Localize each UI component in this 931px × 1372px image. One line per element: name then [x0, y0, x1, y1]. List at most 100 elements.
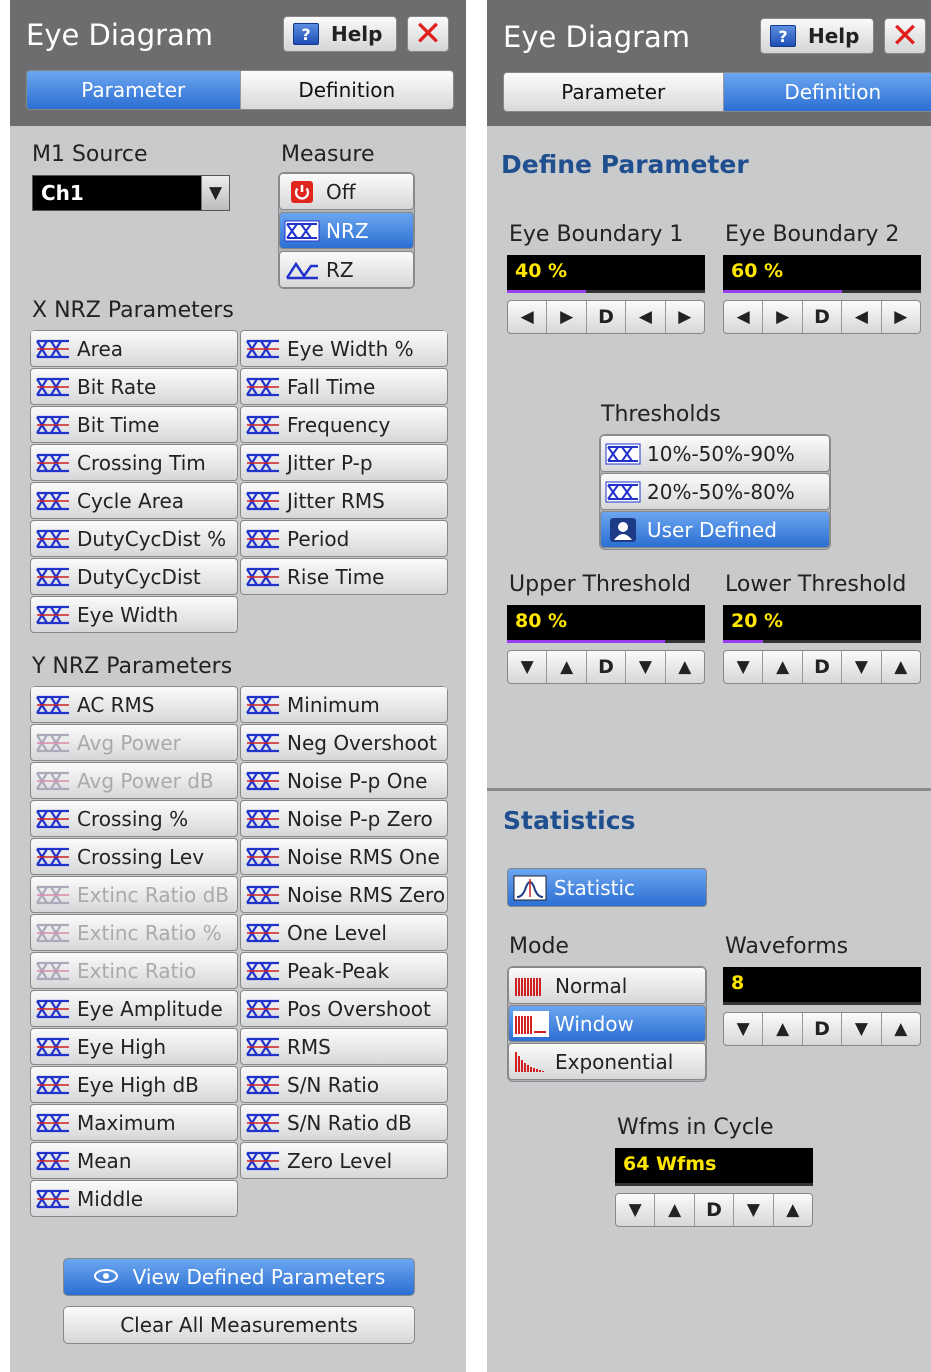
fast-up-icon[interactable]: ▲: [774, 1194, 812, 1226]
fast-left-icon[interactable]: ◀: [842, 301, 882, 333]
param-crossing-button[interactable]: Crossing %: [30, 800, 238, 837]
step-down-icon[interactable]: ▼: [724, 651, 764, 683]
param-crossing-lev-button[interactable]: Crossing Lev: [30, 838, 238, 875]
mode-normal-button[interactable]: Normal: [508, 967, 706, 1004]
param-ac-rms-button[interactable]: AC RMS: [30, 686, 238, 723]
param-cycle-area-button[interactable]: Cycle Area: [30, 482, 238, 519]
lower-threshold-value[interactable]: 20 %: [723, 605, 921, 643]
param-noise-p-p-zero-button[interactable]: Noise P-p Zero: [240, 800, 448, 837]
eye-boundary-1-value[interactable]: 40 %: [507, 255, 705, 293]
fast-down-icon[interactable]: ▼: [842, 651, 882, 683]
param-extinc-ratio-db-button[interactable]: Extinc Ratio dB: [30, 876, 238, 913]
help-button[interactable]: ? Help: [760, 18, 874, 54]
fast-left-icon[interactable]: ◀: [626, 301, 666, 333]
param-one-level-button[interactable]: One Level: [240, 914, 448, 951]
param-extinc-ratio-button[interactable]: Extinc Ratio %: [30, 914, 238, 951]
step-down-icon[interactable]: ▼: [724, 1013, 764, 1045]
wfms-in-cycle-value[interactable]: 64 Wfms: [615, 1148, 813, 1186]
param-zero-level-button[interactable]: Zero Level: [240, 1142, 448, 1179]
default-button[interactable]: D: [587, 651, 627, 683]
param-avg-power-button[interactable]: Avg Power: [30, 724, 238, 761]
fast-up-icon[interactable]: ▲: [882, 651, 920, 683]
param-noise-rms-one-button[interactable]: Noise RMS One: [240, 838, 448, 875]
default-button[interactable]: D: [587, 301, 627, 333]
param-rise-time-button[interactable]: Rise Time: [240, 558, 448, 595]
param-frequency-button[interactable]: Frequency: [240, 406, 448, 443]
step-down-icon[interactable]: ▼: [616, 1194, 656, 1226]
param-noise-rms-zero-button[interactable]: Noise RMS Zero: [240, 876, 448, 913]
measure-rz-button[interactable]: RZ: [279, 251, 414, 288]
param-dutycycdist-button[interactable]: DutyCycDist %: [30, 520, 238, 557]
fast-right-icon[interactable]: ▶: [882, 301, 920, 333]
param-dutycycdist-button[interactable]: DutyCycDist: [30, 558, 238, 595]
step-down-icon[interactable]: ▼: [508, 651, 548, 683]
default-button[interactable]: D: [803, 301, 843, 333]
step-right-icon[interactable]: ▶: [763, 301, 803, 333]
step-up-icon[interactable]: ▲: [763, 651, 803, 683]
measure-nrz-button[interactable]: NRZ: [279, 212, 414, 249]
clear-all-measurements-button[interactable]: Clear All Measurements: [63, 1306, 415, 1344]
upper-threshold-value[interactable]: 80 %: [507, 605, 705, 643]
param-noise-p-p-one-button[interactable]: Noise P-p One: [240, 762, 448, 799]
eye-boundary-2-value[interactable]: 60 %: [723, 255, 921, 293]
statistic-toggle-button[interactable]: Statistic: [507, 868, 707, 907]
param-eye-width-button[interactable]: Eye Width: [30, 596, 238, 633]
tab-parameter[interactable]: Parameter: [27, 71, 241, 109]
param-pos-overshoot-button[interactable]: Pos Overshoot: [240, 990, 448, 1027]
param-bit-time-button[interactable]: Bit Time: [30, 406, 238, 443]
step-up-icon[interactable]: ▲: [655, 1194, 695, 1226]
fast-down-icon[interactable]: ▼: [734, 1194, 774, 1226]
step-up-icon[interactable]: ▲: [547, 651, 587, 683]
param-extinc-ratio-button[interactable]: Extinc Ratio: [30, 952, 238, 989]
param-eye-amplitude-button[interactable]: Eye Amplitude: [30, 990, 238, 1027]
threshold-user-defined-button[interactable]: User Defined: [600, 511, 830, 548]
param-eye-high-db-button[interactable]: Eye High dB: [30, 1066, 238, 1103]
fast-down-icon[interactable]: ▼: [626, 651, 666, 683]
mode-exponential-button[interactable]: Exponential: [508, 1043, 706, 1080]
fast-down-icon[interactable]: ▼: [842, 1013, 882, 1045]
param-area-button[interactable]: Area: [30, 330, 238, 367]
param-fall-time-button[interactable]: Fall Time: [240, 368, 448, 405]
param-peak-peak-button[interactable]: Peak-Peak: [240, 952, 448, 989]
param-eye-high-button[interactable]: Eye High: [30, 1028, 238, 1065]
param-s-n-ratio-db-button[interactable]: S/N Ratio dB: [240, 1104, 448, 1141]
mode-window-button[interactable]: Window: [508, 1005, 706, 1042]
param-crossing-tim-button[interactable]: Crossing Tim: [30, 444, 238, 481]
step-right-icon[interactable]: ▶: [547, 301, 587, 333]
threshold-10-50-90-button[interactable]: 10%-50%-90%: [600, 435, 830, 472]
param-period-button[interactable]: Period: [240, 520, 448, 557]
tab-definition[interactable]: Definition: [240, 71, 453, 109]
default-button[interactable]: D: [803, 1013, 843, 1045]
param-eye-width-button[interactable]: Eye Width %: [240, 330, 448, 367]
default-button[interactable]: D: [695, 1194, 735, 1226]
view-defined-parameters-button[interactable]: View Defined Parameters: [63, 1258, 415, 1296]
param-middle-button[interactable]: Middle: [30, 1180, 238, 1217]
measure-off-button[interactable]: Off: [279, 173, 414, 210]
help-button[interactable]: ? Help: [283, 16, 397, 52]
step-up-icon[interactable]: ▲: [763, 1013, 803, 1045]
param-avg-power-db-button[interactable]: Avg Power dB: [30, 762, 238, 799]
threshold-20-50-80-button[interactable]: 20%-50%-80%: [600, 473, 830, 510]
param-mean-button[interactable]: Mean: [30, 1142, 238, 1179]
fast-up-icon[interactable]: ▲: [882, 1013, 920, 1045]
param-s-n-ratio-button[interactable]: S/N Ratio: [240, 1066, 448, 1103]
param-neg-overshoot-button[interactable]: Neg Overshoot: [240, 724, 448, 761]
param-jitter-rms-button[interactable]: Jitter RMS: [240, 482, 448, 519]
param-minimum-button[interactable]: Minimum: [240, 686, 448, 723]
fast-right-icon[interactable]: ▶: [666, 301, 704, 333]
param-jitter-p-p-button[interactable]: Jitter P-p: [240, 444, 448, 481]
close-button[interactable]: ✕: [407, 16, 449, 52]
waveforms-value[interactable]: 8: [723, 967, 921, 1005]
close-button[interactable]: ✕: [884, 18, 926, 54]
tab-parameter[interactable]: Parameter: [504, 73, 724, 111]
chevron-down-icon[interactable]: ▼: [201, 176, 229, 210]
param-bit-rate-button[interactable]: Bit Rate: [30, 368, 238, 405]
param-rms-button[interactable]: RMS: [240, 1028, 448, 1065]
source-select[interactable]: Ch1 ▼: [32, 175, 230, 211]
step-left-icon[interactable]: ◀: [508, 301, 548, 333]
fast-up-icon[interactable]: ▲: [666, 651, 704, 683]
default-button[interactable]: D: [803, 651, 843, 683]
param-maximum-button[interactable]: Maximum: [30, 1104, 238, 1141]
tab-definition[interactable]: Definition: [723, 73, 931, 111]
step-left-icon[interactable]: ◀: [724, 301, 764, 333]
